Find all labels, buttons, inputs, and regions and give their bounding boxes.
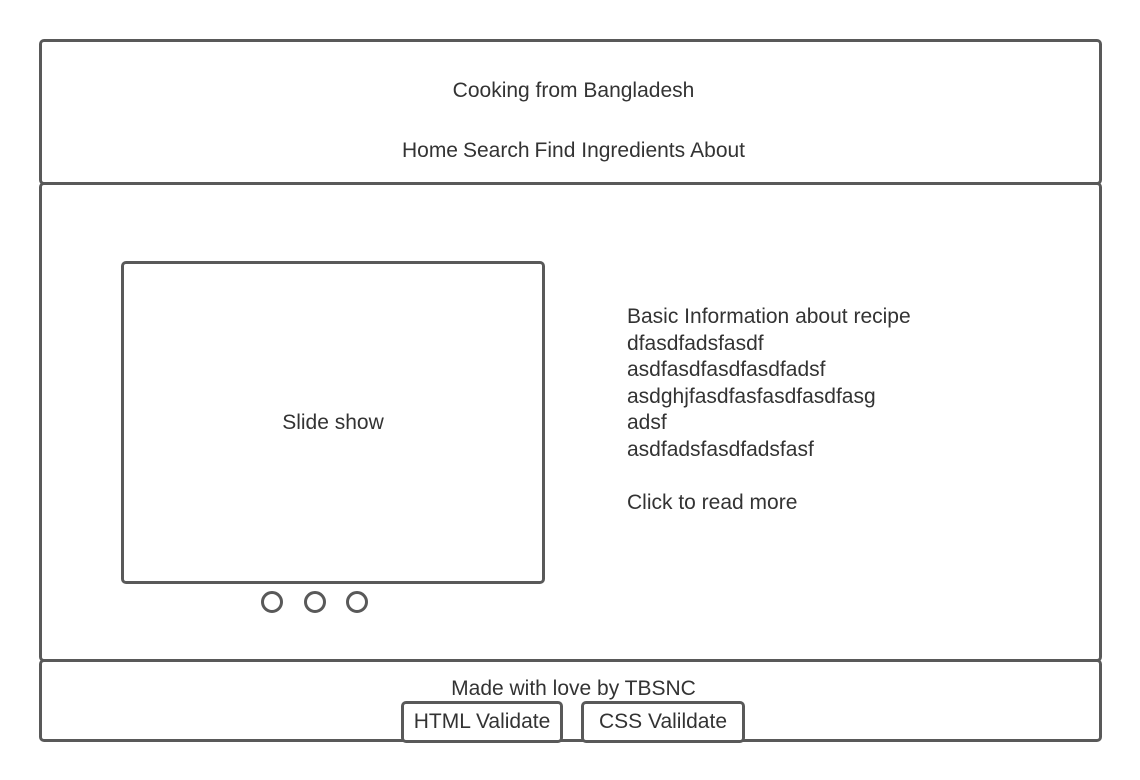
css-validate-button[interactable]: CSS Valildate <box>581 701 745 743</box>
main-nav: Home Search Find Ingredients About <box>42 138 1105 164</box>
site-header: Cooking from Bangladesh Home Search Find I… <box>39 39 1102 185</box>
slide-dot-1[interactable] <box>261 591 283 613</box>
slideshow-label: Slide show <box>282 410 384 434</box>
info-line: asdfadsfasdfadsfasf <box>627 437 814 461</box>
site-footer: Made with love by TBSNC HTML Validate CS… <box>39 659 1102 743</box>
slide-dot-2[interactable] <box>304 591 326 613</box>
info-line: asdfasdfasdfasdfadsf <box>627 358 826 381</box>
nav-home[interactable]: Home <box>402 139 458 162</box>
nav-find-ingredients[interactable]: Find Ingredients <box>535 139 686 162</box>
html-validate-button[interactable]: HTML Validate <box>401 701 563 743</box>
info-line: adsf <box>627 411 667 434</box>
read-more-link[interactable]: Click to read more <box>627 490 911 517</box>
slideshow[interactable]: Slide show <box>121 261 545 584</box>
footer-credit: Made with love by TBSNC <box>451 677 696 700</box>
info-heading: Basic Information about recipe <box>627 305 911 328</box>
recipe-info: Basic Information about recipe dfasdfads… <box>627 304 911 516</box>
slide-dot-3[interactable] <box>346 591 368 613</box>
info-line: dfasdfadsfasdf <box>627 331 764 355</box>
nav-search[interactable]: Search <box>463 139 530 162</box>
info-line: asdghjfasdfasfasdfasdfasg <box>627 384 876 408</box>
nav-about[interactable]: About <box>690 139 745 162</box>
main-content: Slide show Basic Information about recip… <box>39 182 1102 662</box>
site-title: Cooking from Bangladesh <box>452 79 695 102</box>
